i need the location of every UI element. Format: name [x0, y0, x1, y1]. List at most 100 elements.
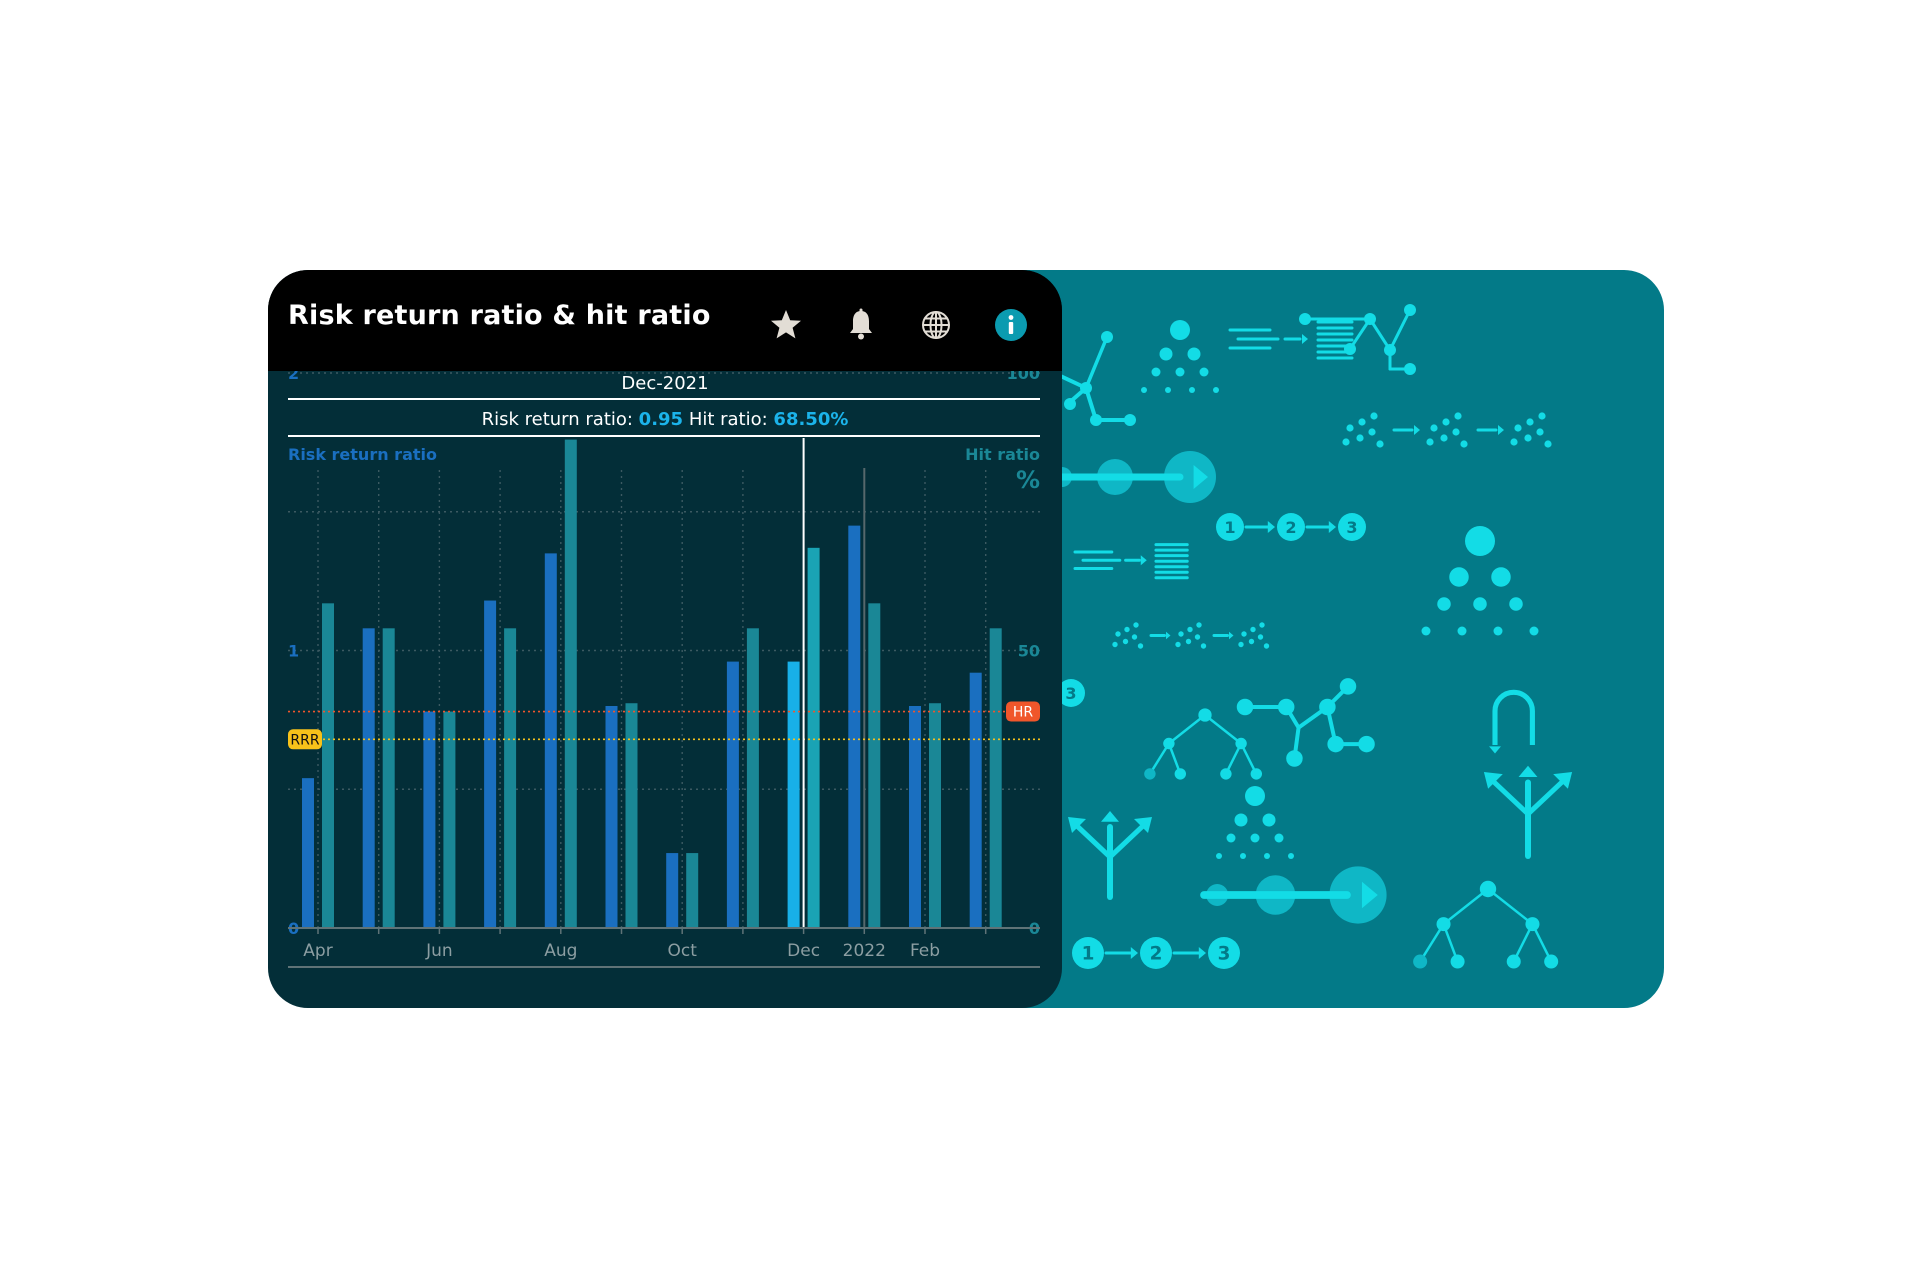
illus-dot [1137, 643, 1144, 649]
illus-dot [1493, 626, 1503, 636]
left-tick-label: 1 [288, 642, 299, 661]
illus-dot [1264, 853, 1270, 859]
illus-dot [1196, 622, 1202, 628]
x-tick-label: Oct [667, 941, 697, 961]
illus-dot [1524, 434, 1532, 442]
illus-dot [1151, 367, 1161, 377]
illus-dot [1159, 347, 1173, 361]
illus-line [1084, 335, 1109, 390]
illus-dot [1509, 597, 1523, 611]
arrow-head-icon [1302, 334, 1308, 344]
x-tick-label: Dec [787, 941, 820, 961]
number-label: 2 [1150, 944, 1163, 965]
illus-dot [1175, 641, 1181, 648]
x-tick-label: Jun [425, 941, 453, 961]
info-icon[interactable] [992, 306, 1030, 344]
illus-dot [1234, 813, 1248, 827]
illus-line [1525, 777, 1567, 817]
illus-dot [1526, 418, 1534, 426]
illus-dot [1189, 387, 1195, 393]
bar-rrr-apr [302, 778, 314, 928]
arrow-head-icon [1489, 746, 1501, 754]
number-label: 1 [1082, 944, 1095, 965]
globe-icon[interactable] [917, 306, 955, 344]
bar-hit-dec [807, 547, 820, 928]
x-tick-label: Feb [910, 941, 940, 961]
illus-dot [1442, 418, 1450, 426]
illus-dot [1319, 698, 1336, 716]
illus-dot [1536, 428, 1544, 436]
ref-label-rrr: RRR [290, 732, 319, 748]
bar-hit-oct [686, 853, 699, 928]
illus-dot [1262, 813, 1276, 827]
illus-dot [1288, 853, 1294, 859]
illus-dot [1133, 622, 1139, 628]
bar-hit-nov [746, 628, 759, 928]
illus-dot [1506, 954, 1521, 969]
chart-widget: Dec-2021 Risk return ratio: 0.95 Hit rati… [268, 270, 1062, 1008]
illus-dot [1124, 626, 1130, 633]
illus-dot [1241, 631, 1247, 637]
ref-label-hr: HR [1013, 705, 1034, 721]
illustration-graphics: 12323123 [1000, 304, 1573, 969]
illus-dot [1346, 424, 1354, 432]
bar-hit-mar [989, 628, 1002, 928]
illus-line [1489, 777, 1531, 817]
bar-rrr-sep [605, 706, 618, 928]
star-icon[interactable] [767, 306, 805, 344]
illus-dot [1263, 643, 1270, 649]
arrow-head-icon [1166, 631, 1171, 640]
illus-dot [1112, 641, 1118, 648]
u-turn-icon [1492, 689, 1535, 745]
right-axis-unit: % [1016, 466, 1040, 494]
arrow-head-icon [1229, 631, 1234, 640]
illus-dot [1525, 917, 1540, 932]
number-label: 3 [1218, 944, 1231, 965]
illus-dot [1220, 768, 1232, 780]
illus-dot [1248, 638, 1255, 645]
bar-rrr-dec [787, 661, 800, 928]
arrow-head-icon [1498, 425, 1504, 435]
number-label: 3 [1065, 684, 1076, 703]
illus-dot [1250, 833, 1260, 843]
arrow-head-icon [1267, 521, 1275, 533]
illus-dot [1544, 440, 1552, 448]
arrow-head-icon [1101, 811, 1119, 822]
bar-hit-jan [868, 603, 881, 928]
illus-dot [1437, 597, 1451, 611]
illus-dot [1174, 768, 1186, 780]
bar-hit-may [382, 628, 395, 928]
illus-dot [1454, 412, 1462, 420]
pyramid-top [1245, 786, 1265, 806]
illus-dot [1185, 638, 1192, 645]
arrow-head-icon [1518, 765, 1538, 778]
illus-line [1073, 822, 1113, 860]
arrow-head-icon [1130, 947, 1138, 959]
illus-dot [1090, 414, 1102, 426]
bar-rrr-oct [666, 853, 679, 928]
illus-dot [1450, 954, 1465, 969]
illus-dot [1274, 833, 1284, 843]
number-label: 3 [1346, 518, 1357, 537]
hit-value: 68.50% [773, 409, 848, 430]
bar-hit-feb [929, 703, 941, 928]
bar-rrr-jan [848, 525, 861, 928]
illus-dot [1529, 626, 1539, 636]
illus-dot [1235, 737, 1247, 750]
pyramid-top [1170, 320, 1190, 340]
illus-line [1107, 822, 1147, 860]
illus-dot [1339, 678, 1357, 695]
chart-svg: Dec-2021 Risk return ratio: 0.95 Hit rati… [288, 364, 1040, 968]
illus-dot [1473, 597, 1487, 611]
illus-dot [1213, 387, 1219, 393]
illus-dot [1198, 708, 1212, 722]
widget-title: Risk return ratio & hit ratio [288, 300, 711, 331]
illus-dot [1141, 387, 1147, 393]
illus-dot [1238, 641, 1244, 648]
bar-rrr-jul [484, 600, 497, 928]
illus-line [1368, 317, 1392, 352]
illus-line [1203, 713, 1243, 745]
bell-icon[interactable] [842, 306, 880, 344]
bar-rrr-aug [544, 553, 557, 928]
selection-summary: Risk return ratio: 0.95 Hit ratio: 68.50… [482, 409, 849, 430]
